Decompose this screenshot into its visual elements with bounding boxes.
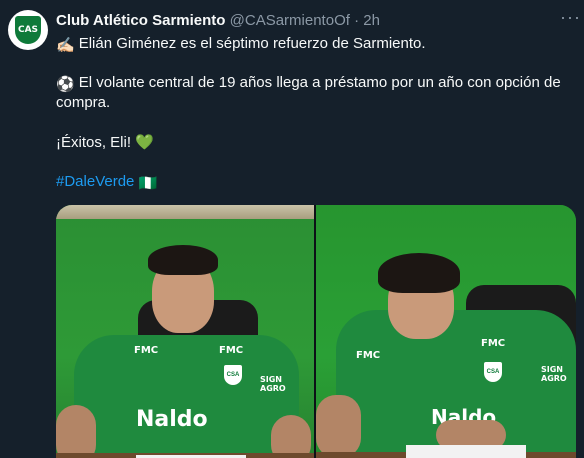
club-crest-icon: CAS	[15, 16, 41, 44]
tweet-text-line-2a: El volante central de 19 años llega a pr…	[78, 74, 561, 91]
writing-hand-icon: ✍🏻	[56, 37, 75, 54]
jersey-crest-icon: CSA	[224, 365, 242, 385]
crest-text: CAS	[17, 25, 39, 35]
jersey-logo-right: FMC	[219, 345, 244, 356]
jersey-crest-icon: CSA	[484, 362, 502, 382]
media-grid[interactable]: FMC FMC Naldo SIGN AGRO CSA FMC FMC Nald…	[56, 205, 576, 458]
tweet-header: Club Atlético Sarmiento @CASarmientoOf ·…	[56, 12, 380, 29]
tweet-text-line-3: ¡Éxitos, Eli! 💚	[56, 134, 154, 151]
sleeve-sponsor: SIGN AGRO	[260, 375, 286, 393]
more-options-icon[interactable]: ···	[560, 8, 581, 26]
left-arm	[56, 405, 96, 458]
tweet-text-line-1: Elián Giménez es el séptimo refuerzo de …	[78, 35, 426, 52]
tweet-line-2: ⚽ El volante central de 19 años llega a p…	[56, 73, 561, 95]
photo-right[interactable]: FMC FMC Naldo SIGN AGRO CSA	[316, 205, 576, 458]
jersey-logo-left: FMC	[134, 345, 159, 356]
flag-icon: 🇳🇬	[138, 175, 158, 192]
photo-left[interactable]: FMC FMC Naldo SIGN AGRO CSA	[56, 205, 314, 458]
left-arm	[316, 395, 361, 458]
soccer-ball-icon: ⚽	[56, 76, 75, 93]
jersey-sponsor: Naldo	[136, 407, 208, 432]
jersey-logo-left: FMC	[356, 350, 381, 361]
player-hair	[378, 253, 460, 293]
account-handle[interactable]: @CASarmientoOf	[230, 12, 350, 29]
tweet-line-4: #DaleVerde 🇳🇬	[56, 172, 161, 194]
right-arm	[271, 415, 311, 458]
jersey: FMC FMC Naldo SIGN AGRO CSA	[74, 335, 299, 458]
tweet-line-1: ✍🏻 Elián Giménez es el séptimo refuerzo d…	[56, 34, 426, 56]
tweet-text-line-2b: compra.	[56, 94, 111, 111]
sleeve-sponsor: SIGN AGRO	[541, 365, 567, 383]
jersey-crest-text: CSA	[226, 372, 240, 378]
jersey-crest-text: CSA	[486, 369, 500, 375]
account-name[interactable]: Club Atlético Sarmiento	[56, 12, 225, 29]
player-hair	[148, 245, 218, 275]
jersey-logo-right: FMC	[481, 338, 506, 349]
paper	[406, 445, 526, 458]
tweet-timestamp[interactable]: 2h	[363, 12, 380, 29]
avatar[interactable]: CAS	[8, 10, 48, 50]
hashtag-link[interactable]: #DaleVerde	[56, 173, 134, 190]
separator-dot: ·	[354, 12, 360, 29]
tweet[interactable]: CAS Club Atlético Sarmiento @CASarmiento…	[0, 0, 584, 458]
wall-trim	[56, 205, 314, 219]
